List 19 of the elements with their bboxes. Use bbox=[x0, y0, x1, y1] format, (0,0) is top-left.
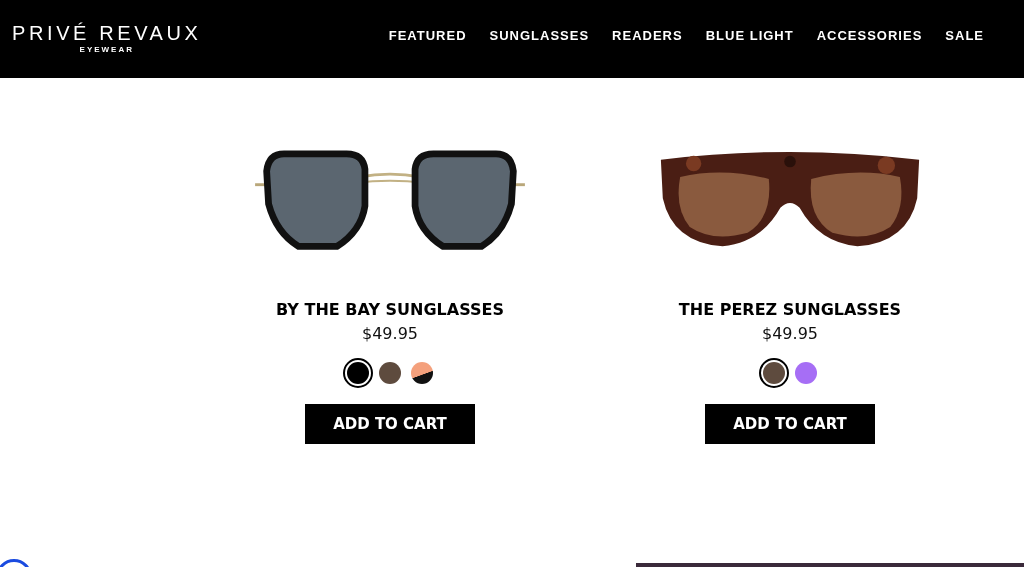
nav-link[interactable]: FEATURED bbox=[388, 27, 467, 43]
brand-tagline: EYEWEAR bbox=[79, 45, 134, 54]
color-swatch[interactable] bbox=[379, 362, 401, 384]
product-name[interactable]: THE PEREZ SUNGLASSES bbox=[678, 300, 902, 319]
color-swatch[interactable] bbox=[763, 362, 785, 384]
brand-logo[interactable]: PRIVÉ REVAUX bbox=[12, 22, 202, 45]
nav-link[interactable]: BLUE LIGHT bbox=[705, 27, 794, 43]
nav-link[interactable]: READERS bbox=[612, 27, 683, 43]
color-swatch[interactable] bbox=[795, 362, 817, 384]
nav-link[interactable]: SALE bbox=[945, 27, 984, 43]
product-name[interactable]: BY THE BAY SUNGLASSES bbox=[276, 300, 504, 319]
product-price: $49.95 bbox=[362, 324, 418, 343]
add-to-cart-button[interactable]: ADD TO CART bbox=[705, 404, 875, 444]
add-to-cart-button[interactable]: ADD TO CART bbox=[305, 404, 475, 444]
nav-link[interactable]: ACCESSORIES bbox=[816, 27, 923, 43]
product-price: $49.95 bbox=[762, 324, 818, 343]
color-swatch[interactable] bbox=[411, 362, 433, 384]
color-swatch[interactable] bbox=[347, 362, 369, 384]
nav-link[interactable]: SUNGLASSES bbox=[489, 27, 590, 43]
